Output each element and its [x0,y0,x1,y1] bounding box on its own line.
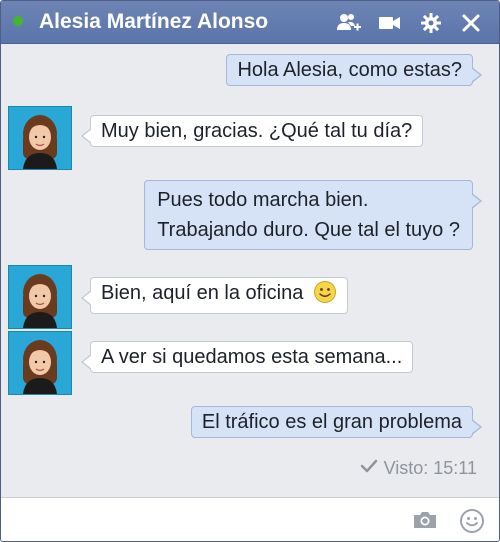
message-text: El tráfico es el gran problema [201,411,462,433]
seen-label: Visto: 15:11 [383,458,477,478]
smile-emoji-icon [313,280,337,313]
avatar[interactable] [8,265,72,329]
camera-icon[interactable] [411,508,437,534]
avatar[interactable] [8,331,72,395]
message-text: A ver si quedamos esta semana... [101,346,403,368]
message-input[interactable] [9,506,393,534]
message-text-line: Trabajando duro. Que tal el tuyo ? [157,219,460,241]
message-bubble-outgoing[interactable]: Hola Alesia, como estas? [226,54,482,86]
chat-titlebar[interactable]: Alesia Martínez Alonso [1,1,499,44]
message-bubble-incoming[interactable]: Bien, aquí en la oficina [81,277,348,314]
gear-icon[interactable] [419,11,443,35]
chat-window: Alesia Martínez Alonso Hola Alesia, como… [0,0,500,542]
online-status-icon [13,16,23,26]
add-friend-icon[interactable] [336,11,361,35]
message-bubble-incoming[interactable]: A ver si quedamos esta semana... [80,341,414,373]
message-bubble-outgoing[interactable]: Pues todo marcha bien. Trabajando duro. … [144,180,482,250]
message-text: Muy bien, gracias. ¿Qué tal tu día? [101,120,413,142]
close-icon[interactable] [459,11,483,35]
video-call-icon[interactable] [377,11,401,35]
message-text: Bien, aquí en la oficina [101,282,304,304]
message-text: Hola Alesia, como estas? [237,59,462,81]
message-text-line: Pues todo marcha bien. [157,189,369,211]
message-bubble-incoming[interactable]: Muy bien, gracias. ¿Qué tal tu día? [80,115,424,147]
message-bubble-outgoing[interactable]: El tráfico es el gran problema [190,406,483,438]
message-composer [1,497,499,541]
seen-indicator: Visto: 15:11 [360,458,477,479]
message-list[interactable]: Hola Alesia, como estas? Muy bien, graci… [1,44,499,497]
avatar[interactable] [8,106,72,170]
chat-title[interactable]: Alesia Martínez Alonso [39,10,268,34]
check-icon [360,458,378,479]
emoji-icon[interactable] [459,508,485,534]
